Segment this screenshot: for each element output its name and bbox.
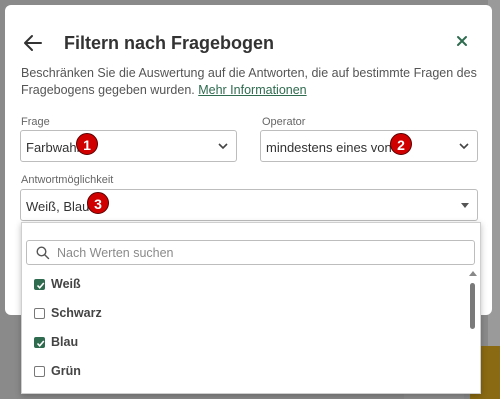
search-field[interactable] bbox=[26, 240, 475, 265]
operator-select[interactable]: mindestens eines von bbox=[260, 130, 478, 162]
option-label: Blau bbox=[51, 335, 79, 349]
close-x-icon[interactable] bbox=[453, 32, 471, 50]
annotation-badge-3: 3 bbox=[87, 192, 109, 214]
annotation-badge-2: 2 bbox=[390, 133, 412, 155]
more-info-link[interactable]: Mehr Informationen bbox=[198, 83, 306, 97]
checkbox-unchecked[interactable] bbox=[34, 366, 45, 377]
operator-value: mindestens eines von bbox=[266, 140, 392, 155]
operator-label: Operator bbox=[262, 116, 306, 128]
modal-title: Filtern nach Fragebogen bbox=[64, 33, 275, 53]
option-label: Weiß bbox=[51, 277, 81, 291]
chevron-down-icon bbox=[218, 143, 228, 150]
scrollbar-thumb[interactable] bbox=[470, 283, 475, 329]
search-icon bbox=[36, 246, 50, 260]
annotation-badge-1: 1 bbox=[76, 133, 98, 155]
checkbox-checked[interactable] bbox=[34, 337, 45, 348]
answer-value: Weiß, Blau bbox=[26, 199, 90, 214]
question-select[interactable]: Farbwahl bbox=[20, 130, 237, 162]
chevron-down-icon bbox=[459, 143, 469, 150]
scroll-up-arrow-icon[interactable] bbox=[469, 271, 477, 276]
caret-down-icon bbox=[461, 203, 469, 208]
option-label: Schwarz bbox=[51, 306, 102, 320]
checkbox-checked[interactable] bbox=[34, 279, 45, 290]
answer-options-dropdown: Weiß Schwarz Blau Grün bbox=[21, 222, 481, 394]
modal-description: Beschränken Sie die Auswertung auf die A… bbox=[21, 65, 481, 99]
question-value: Farbwahl bbox=[26, 140, 80, 155]
answer-label: Antwortmöglichkeit bbox=[21, 174, 114, 186]
question-label: Frage bbox=[21, 116, 50, 128]
checkbox-unchecked[interactable] bbox=[34, 308, 45, 319]
option-label: Grün bbox=[51, 364, 81, 378]
search-input[interactable] bbox=[57, 244, 457, 262]
options-scrollbar[interactable] bbox=[468, 271, 478, 395]
modal-header: Filtern nach Fragebogen bbox=[20, 32, 477, 62]
arrow-left-icon[interactable] bbox=[22, 32, 44, 54]
